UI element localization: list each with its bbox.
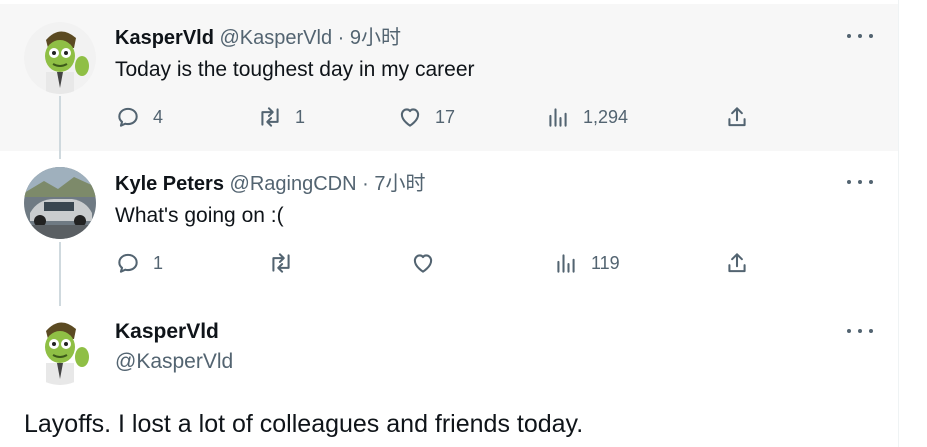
retweet-button[interactable]: 1	[257, 104, 305, 130]
share-button[interactable]	[724, 104, 750, 130]
reply-count: 1	[153, 252, 164, 273]
retweet-icon	[261, 107, 279, 127]
share-button[interactable]	[724, 250, 750, 276]
tweet-header-2: Kyle Peters @RagingCDN · 7小时	[115, 172, 425, 196]
main-tweet-text: Layoffs. I lost a lot of colleagues and …	[24, 410, 584, 438]
reply-count: 4	[153, 106, 164, 127]
reply-icon	[118, 253, 138, 273]
more-icon[interactable]	[847, 172, 873, 192]
more-icon[interactable]	[847, 26, 873, 46]
views-count: 1,294	[583, 106, 629, 127]
more-icon[interactable]	[847, 321, 873, 341]
retweet-icon	[272, 253, 290, 273]
share-icon	[728, 107, 746, 127]
avatar-kaspervld-main[interactable]	[24, 313, 96, 385]
thread-line-1	[59, 96, 61, 159]
author-handle[interactable]: @KasperVld	[220, 27, 333, 49]
avatar-kylepeters[interactable]	[24, 167, 96, 239]
views-icon	[549, 108, 567, 127]
tweet-header-1: KasperVld @KasperVld · 9小时	[115, 26, 401, 50]
tweet-time[interactable]: · 9小时	[332, 27, 401, 49]
author-name[interactable]: KasperVld	[115, 27, 214, 49]
scrollbar-track[interactable]	[898, 0, 927, 447]
share-icon	[728, 253, 746, 273]
tweet-time[interactable]: · 7小时	[357, 173, 425, 195]
reply-button[interactable]: 4	[115, 104, 163, 130]
tweet-text: What's going on :(	[115, 204, 284, 227]
heart-icon	[400, 108, 420, 127]
tweet-text: Today is the toughest day in my career	[115, 58, 475, 81]
like-button[interactable]	[410, 250, 436, 276]
author-name[interactable]: Kyle Peters	[115, 173, 224, 195]
heart-icon	[413, 254, 433, 273]
retweet-count: 1	[295, 106, 306, 127]
main-author-handle[interactable]: @KasperVld	[115, 349, 233, 375]
avatar-kaspervld-1[interactable]	[24, 22, 96, 94]
thread-line-2	[59, 242, 61, 306]
reply-icon	[118, 107, 138, 127]
retweet-button[interactable]	[268, 250, 294, 276]
views-button[interactable]: 1,294	[545, 104, 628, 130]
reply-button[interactable]: 1	[115, 250, 163, 276]
views-count: 119	[591, 252, 620, 273]
views-icon	[557, 254, 575, 273]
views-button[interactable]: 119	[553, 250, 620, 276]
author-handle[interactable]: @RagingCDN	[230, 173, 357, 195]
main-author-name[interactable]: KasperVld	[115, 319, 219, 345]
like-button[interactable]: 17	[397, 104, 455, 130]
like-count: 17	[435, 106, 456, 127]
tweet-feed: KasperVld @KasperVld · 9小时 Today is the …	[0, 0, 898, 447]
